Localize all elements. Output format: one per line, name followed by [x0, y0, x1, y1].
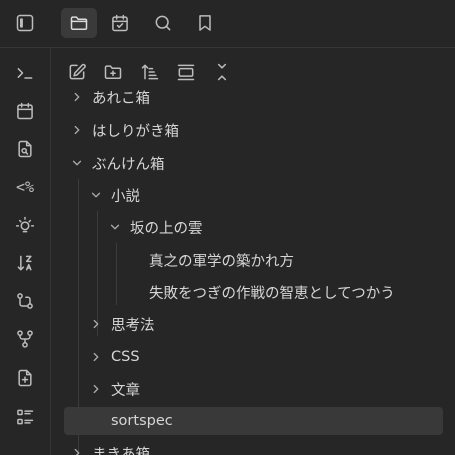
chevron-right-icon — [68, 444, 86, 455]
tree-item[interactable]: 小説 — [87, 181, 140, 209]
tree-item[interactable]: ぶんけん箱 — [68, 149, 165, 177]
bookmarks-tab[interactable] — [189, 8, 221, 38]
chevron-down-icon — [87, 186, 105, 204]
outline-button[interactable] — [9, 402, 41, 432]
tree-item[interactable]: あれこ箱 — [68, 85, 150, 109]
tree-item[interactable]: はしりがき箱 — [68, 116, 179, 144]
edit-icon — [69, 63, 86, 80]
template-button[interactable]: <% — [9, 172, 41, 202]
git-fork-icon — [17, 330, 33, 348]
chevron-right-icon — [87, 348, 105, 366]
tree-item[interactable]: まきあ箱 — [68, 439, 150, 455]
folder-icon — [70, 16, 88, 30]
auto-reveal-button[interactable] — [172, 58, 200, 86]
tree-item-label: あれこ箱 — [92, 90, 150, 107]
new-file-button[interactable] — [9, 363, 41, 393]
chevron-right-icon — [87, 315, 105, 333]
file-search-button[interactable] — [9, 134, 41, 164]
terminal-button[interactable] — [9, 58, 41, 88]
file-plus-icon — [18, 369, 32, 387]
sort-button[interactable] — [9, 248, 41, 278]
collapse-all-button[interactable] — [208, 58, 236, 86]
tree-file-selected[interactable]: sortspec — [64, 407, 443, 435]
tree-item[interactable]: CSS — [87, 343, 140, 371]
tree-file[interactable]: 失敗をつぎの作戦の智恵としてつかう — [149, 278, 395, 306]
tree-item-label: sortspec — [111, 413, 173, 429]
calendar-check-icon — [112, 14, 128, 32]
collapse-toggle-icon — [177, 64, 195, 81]
tree-item-label: CSS — [111, 349, 140, 365]
chevron-right-icon — [68, 88, 86, 106]
tree-item-label: はしりがき箱 — [92, 123, 179, 140]
sort-order-button[interactable] — [136, 58, 164, 86]
git-compare-icon — [17, 293, 33, 309]
tree-item-label: 文章 — [111, 382, 140, 399]
tree-item[interactable]: 文章 — [87, 375, 140, 403]
collapse-all-icon — [217, 63, 227, 81]
git-fork-button[interactable] — [9, 324, 41, 354]
search-tab[interactable] — [147, 8, 179, 38]
search-icon — [155, 15, 171, 31]
tree-item[interactable]: 坂の上の雲 — [106, 213, 203, 241]
files-tab[interactable] — [61, 8, 97, 38]
tree-item-label: 小説 — [111, 188, 140, 205]
tree-item-label: まきあ箱 — [92, 446, 150, 455]
new-folder-button[interactable] — [99, 58, 127, 86]
bookmark-icon — [199, 15, 211, 31]
tree-item[interactable]: 思考法 — [87, 310, 155, 338]
tree-item-label: 坂の上の雲 — [130, 220, 203, 237]
calendar-tab[interactable] — [104, 8, 136, 38]
tree-file[interactable]: 真之の軍学の築かれ方 — [149, 246, 294, 274]
sort-ascending-icon — [141, 64, 159, 80]
lightbulb-icon — [15, 216, 35, 233]
idea-button[interactable] — [9, 210, 41, 240]
file-tree: あれこ箱 はしりがき箱 ぶんけん箱 小説 坂の上の雲 真之の軍学の築かれ方 失敗… — [51, 85, 455, 455]
percent-code-icon: <% — [15, 178, 35, 196]
left-ribbon: <% — [0, 48, 51, 455]
sort-az-icon — [17, 255, 32, 271]
folder-plus-icon — [104, 65, 122, 79]
chevron-down-icon — [106, 218, 124, 236]
terminal-icon — [17, 68, 33, 79]
chevron-down-icon — [68, 154, 86, 172]
sidebar-toggle-icon — [16, 14, 34, 32]
file-search-icon — [18, 140, 32, 158]
git-compare-button[interactable] — [9, 286, 41, 316]
new-note-button[interactable] — [63, 58, 91, 86]
chevron-right-icon — [87, 380, 105, 398]
daily-note-button[interactable] — [9, 96, 41, 126]
sidebar-toggle-button[interactable] — [9, 8, 41, 38]
tree-item-label: 真之の軍学の築かれ方 — [149, 253, 294, 270]
file-explorer: あれこ箱 はしりがき箱 ぶんけん箱 小説 坂の上の雲 真之の軍学の築かれ方 失敗… — [51, 48, 455, 455]
calendar-icon — [17, 102, 33, 120]
tree-item-label: ぶんけん箱 — [92, 156, 165, 173]
tree-item-label: 失敗をつぎの作戦の智恵としてつかう — [149, 285, 395, 302]
chevron-right-icon — [68, 121, 86, 139]
tree-item-label: 思考法 — [111, 317, 155, 334]
list-icon — [17, 409, 34, 425]
indent-guide — [116, 243, 117, 305]
top-bar — [0, 0, 455, 48]
